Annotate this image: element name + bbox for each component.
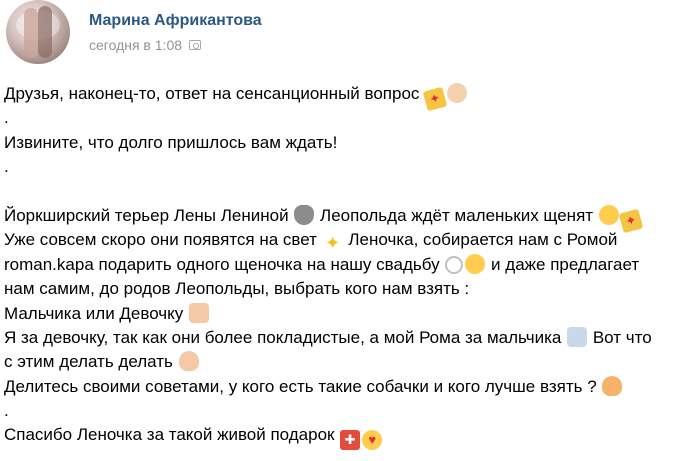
post-line: Йоркширский терьер Лены Лениной Леопольд…: [4, 204, 694, 234]
post-line-text: Вот что: [588, 327, 652, 347]
post-line-text: roman.kapa подарить одного щеночка на на…: [4, 254, 445, 274]
post-line-text: Друзья, наконец-то, ответ на сенсанционн…: [4, 84, 425, 103]
post-line: Я за девочку, так как они более покладис…: [4, 326, 694, 350]
post-line-text: Мальчика или Девочку: [4, 303, 189, 323]
kissing-face-emoji: ♥: [362, 430, 383, 451]
avatar[interactable]: [6, 0, 70, 64]
flushed-face-emoji: [598, 204, 619, 225]
post-line: Уже совсем скоро они появятся на свет ✦ …: [4, 228, 694, 254]
post-line: .: [4, 108, 9, 128]
post-line: .: [4, 401, 9, 421]
timestamp-text: сегодня в 1:08: [89, 37, 183, 53]
post-line-text: Спасибо Леночка за такой живой подарок: [4, 425, 340, 445]
author-name[interactable]: Марина Африкантова: [89, 12, 262, 30]
thumbs-up-emoji: [189, 302, 210, 323]
post-line: Делитесь своими советами, у кого есть та…: [4, 375, 694, 399]
post-line: roman.kapa подарить одного щеночка на на…: [4, 253, 694, 277]
clapping-hands-emoji: [447, 83, 468, 103]
sparkles-emoji: ✦: [325, 233, 341, 254]
post-line: нам самим, до родов Леопольды, выбрать к…: [4, 279, 470, 299]
gift-emoji: ✚: [340, 430, 361, 451]
post-line-empty: [4, 180, 694, 204]
post-line: с этим делать делать: [4, 350, 694, 374]
post-timestamp[interactable]: сегодня в 1:08: [89, 37, 202, 53]
ring-emoji: [445, 255, 464, 274]
post-text: Друзья, наконец-то, ответ на сенсанционн…: [4, 82, 694, 451]
avatar-photo-figure: [24, 8, 38, 58]
post-line-text: Уже совсем скоро они появятся на свет: [4, 230, 322, 250]
post-line: Извините, что долго пришлось вам ждать!: [4, 132, 338, 152]
man-gesturing-emoji: [567, 326, 588, 347]
post-line-text: Я за девочку, так как они более покладис…: [4, 327, 567, 347]
post-line: Мальчика или Девочку: [4, 302, 694, 326]
camera-icon: [189, 40, 202, 50]
post-line-text: Йоркширский терьер Лены Лениной: [4, 205, 294, 225]
woman-gesturing-emoji: [602, 375, 623, 396]
wolf-emoji: [294, 204, 315, 225]
post-line: Друзья, наконец-то, ответ на сенсанционн…: [4, 82, 694, 112]
woman-emoji: [178, 351, 199, 372]
post-line-text: с этим делать делать: [4, 352, 178, 372]
post-line-text: Леночка, собирается нам с Ромой: [343, 230, 618, 250]
avatar-photo-figure: [38, 6, 52, 58]
flushed-face-emoji: [465, 253, 486, 274]
post-line-text: Леопольда ждёт маленьких щенят: [315, 205, 598, 225]
post-line-text: и даже предлагает: [486, 254, 640, 274]
post-line: Спасибо Леночка за такой живой подарок ✚…: [4, 423, 694, 451]
post-line-text: Делитесь своими советами, у кого есть та…: [4, 376, 602, 396]
post-line: .: [4, 157, 9, 177]
